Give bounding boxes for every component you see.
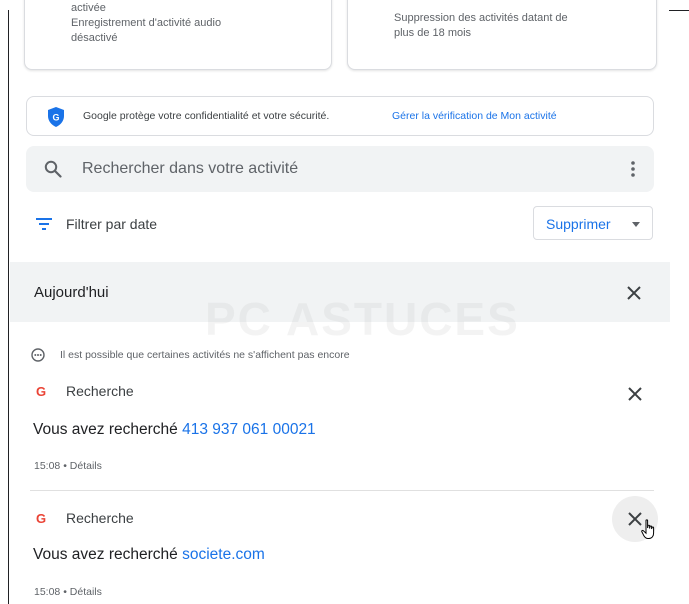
frame-top-border (669, 10, 689, 11)
item-title: Vous avez recherché societe.com (33, 546, 265, 564)
pending-info-icon (31, 348, 45, 362)
more-vert-icon[interactable] (630, 160, 636, 178)
privacy-banner: G Google protège votre confidentialité e… (26, 96, 654, 136)
hand-cursor-icon (641, 519, 655, 539)
delete-item-close-icon[interactable] (627, 386, 643, 402)
card-line-1: activée (71, 2, 106, 14)
item-query-link[interactable]: societe.com (182, 546, 265, 563)
frame-left-border (8, 10, 9, 604)
privacy-banner-text: Google protège votre confidentialité et … (83, 110, 330, 122)
delete-label: Supprimer (546, 216, 611, 232)
delete-button[interactable]: Supprimer (533, 206, 653, 240)
item-type-label: Recherche (66, 383, 134, 399)
item-meta[interactable]: 15:08 • Détails (34, 586, 102, 598)
day-header: Aujourd'hui (10, 262, 670, 322)
item-prefix: Vous avez recherché (33, 421, 178, 438)
item-type-label: Recherche (66, 510, 134, 526)
day-title: Aujourd'hui (34, 284, 109, 301)
manage-verification-link[interactable]: Gérer la vérification de Mon activité (392, 110, 557, 122)
google-g-icon: G (36, 384, 47, 399)
chevron-down-icon (632, 222, 640, 227)
item-title: Vous avez recherché 413 937 061 00021 (33, 421, 316, 439)
card-line-1: Suppression des activités datant de (394, 12, 568, 24)
filter-label: Filtrer par date (66, 216, 158, 232)
item-divider (30, 490, 654, 491)
item-query-link[interactable]: 413 937 061 00021 (182, 421, 316, 438)
card-line-2: plus de 18 mois (394, 27, 472, 39)
shield-icon: G (48, 107, 64, 127)
item-meta[interactable]: 15:08 • Détails (34, 460, 102, 472)
activity-settings-card[interactable]: activée Enregistrement d'activité audio … (24, 0, 332, 70)
pending-activity-notice: Il est possible que certaines activités … (60, 349, 350, 361)
card-line-2: Enregistrement d'activité audio (71, 17, 222, 29)
auto-delete-card[interactable]: Suppression des activités datant de plus… (347, 0, 657, 70)
search-input[interactable] (82, 158, 582, 180)
item-prefix: Vous avez recherché (33, 546, 178, 563)
svg-text:G: G (52, 113, 59, 123)
filter-icon (36, 218, 52, 230)
delete-day-close-icon[interactable] (626, 285, 642, 301)
card-line-3: désactivé (71, 32, 118, 44)
search-bar (26, 146, 654, 192)
google-g-icon: G (36, 511, 47, 526)
search-icon[interactable] (44, 160, 62, 178)
